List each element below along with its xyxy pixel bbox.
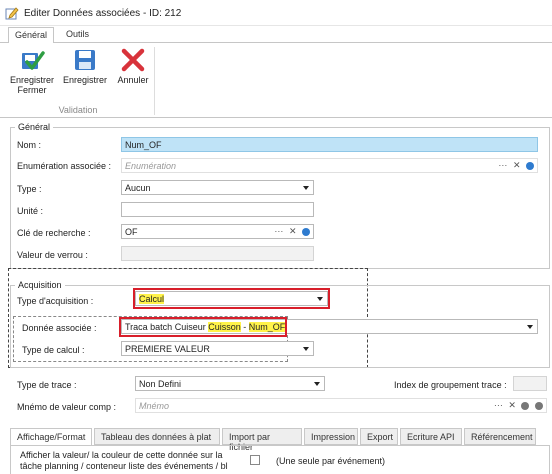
acq-type-highlight-box xyxy=(133,288,330,309)
type-select[interactable]: Aucun xyxy=(121,180,314,195)
donnee-label: Donnée associée : xyxy=(22,323,97,333)
unite-label: Unité : xyxy=(17,206,44,216)
bottom-tabs: Affichage/Format Tableau des données à p… xyxy=(10,428,552,452)
cancel-button[interactable]: Annuler xyxy=(114,47,152,85)
tab-affichage-format[interactable]: Affichage/Format xyxy=(10,428,92,445)
verrou-label: Valeur de verrou : xyxy=(17,250,88,260)
type-label: Type : xyxy=(17,184,42,194)
general-group-title: Général xyxy=(15,122,54,132)
mnemo-label: Mnémo de valeur comp : xyxy=(17,402,117,412)
cle-input[interactable]: OF ··· ✕ xyxy=(121,224,314,239)
more-dots-icon[interactable]: ··· xyxy=(274,226,283,236)
ribbon-separator xyxy=(154,47,155,115)
acquisition-group-title: Acquisition xyxy=(15,280,65,290)
floppy-disk-icon xyxy=(75,50,95,70)
index-input[interactable] xyxy=(513,376,547,391)
nom-label: Nom : xyxy=(17,140,42,150)
red-x-icon xyxy=(121,48,145,72)
edit-app-icon xyxy=(5,7,19,20)
chevron-down-icon xyxy=(527,325,533,329)
enum-input[interactable]: Enumération ··· ✕ xyxy=(121,158,538,173)
tab-tableau-donnees[interactable]: Tableau des données à plat xyxy=(94,428,220,445)
chevron-down-icon xyxy=(303,186,309,190)
tab-import-fichier[interactable]: Import par fichier xyxy=(222,428,302,452)
affichage-text-line2: tâche planning / conteneur liste des évé… xyxy=(20,461,228,471)
index-label: Index de groupement trace : xyxy=(394,380,507,390)
refresh-icon[interactable] xyxy=(521,401,530,410)
clear-x-icon[interactable]: ✕ xyxy=(508,400,516,411)
tab-referencement[interactable]: Référencement xyxy=(464,428,536,445)
more-dots-icon[interactable]: ··· xyxy=(498,160,507,170)
tab-export[interactable]: Export xyxy=(360,428,398,445)
save-close-button[interactable]: Enregistrer Fermer xyxy=(8,47,56,95)
ribbon-tabs: Général Outils xyxy=(0,27,552,43)
check-save-icon xyxy=(22,51,45,70)
ribbon: Enregistrer Fermer Enregistrer Annuler V… xyxy=(0,42,552,118)
clear-x-icon[interactable]: ✕ xyxy=(513,160,521,171)
trace-label: Type de trace : xyxy=(17,380,77,390)
verrou-input[interactable] xyxy=(121,246,314,261)
acq-type-label: Type d'acquisition : xyxy=(17,296,94,306)
unite-input[interactable] xyxy=(121,202,314,217)
chevron-down-icon xyxy=(314,382,320,386)
tab-ecriture-api[interactable]: Ecriture API xyxy=(400,428,462,445)
go-arrow-icon[interactable] xyxy=(535,401,543,410)
calcul-label: Type de calcul : xyxy=(22,345,85,355)
go-arrow-icon[interactable] xyxy=(526,161,534,170)
go-arrow-icon[interactable] xyxy=(302,227,310,236)
window-title: Editer Données associées - ID: 212 xyxy=(24,8,182,19)
donnee-highlight-box xyxy=(119,317,287,337)
cle-label: Clé de recherche : xyxy=(17,228,91,238)
trace-select[interactable]: Non Defini xyxy=(135,376,325,391)
clear-x-icon[interactable]: ✕ xyxy=(289,226,297,237)
nom-input[interactable]: Num_OF xyxy=(121,137,538,152)
title-bar: Editer Données associées - ID: 212 xyxy=(0,0,552,26)
save-button[interactable]: Enregistrer xyxy=(62,47,108,85)
tab-outils[interactable]: Outils xyxy=(60,27,100,43)
tab-impression[interactable]: Impression xyxy=(304,428,358,445)
tab-general[interactable]: Général xyxy=(8,27,54,43)
chevron-down-icon xyxy=(303,347,309,351)
calcul-select[interactable]: PREMIERE VALEUR xyxy=(121,341,314,356)
affichage-checkbox[interactable] xyxy=(250,455,260,465)
mnemo-input[interactable]: Mnémo ··· ✕ xyxy=(135,398,547,413)
more-dots-icon[interactable]: ··· xyxy=(494,400,503,410)
enum-label: Enumération associée : xyxy=(17,161,112,171)
affichage-text-line1: Afficher la valeur/ la couleur de cette … xyxy=(20,450,223,460)
validation-group-label: Validation xyxy=(58,105,98,115)
affichage-checkbox-label: (Une seule par événement) xyxy=(276,456,386,466)
